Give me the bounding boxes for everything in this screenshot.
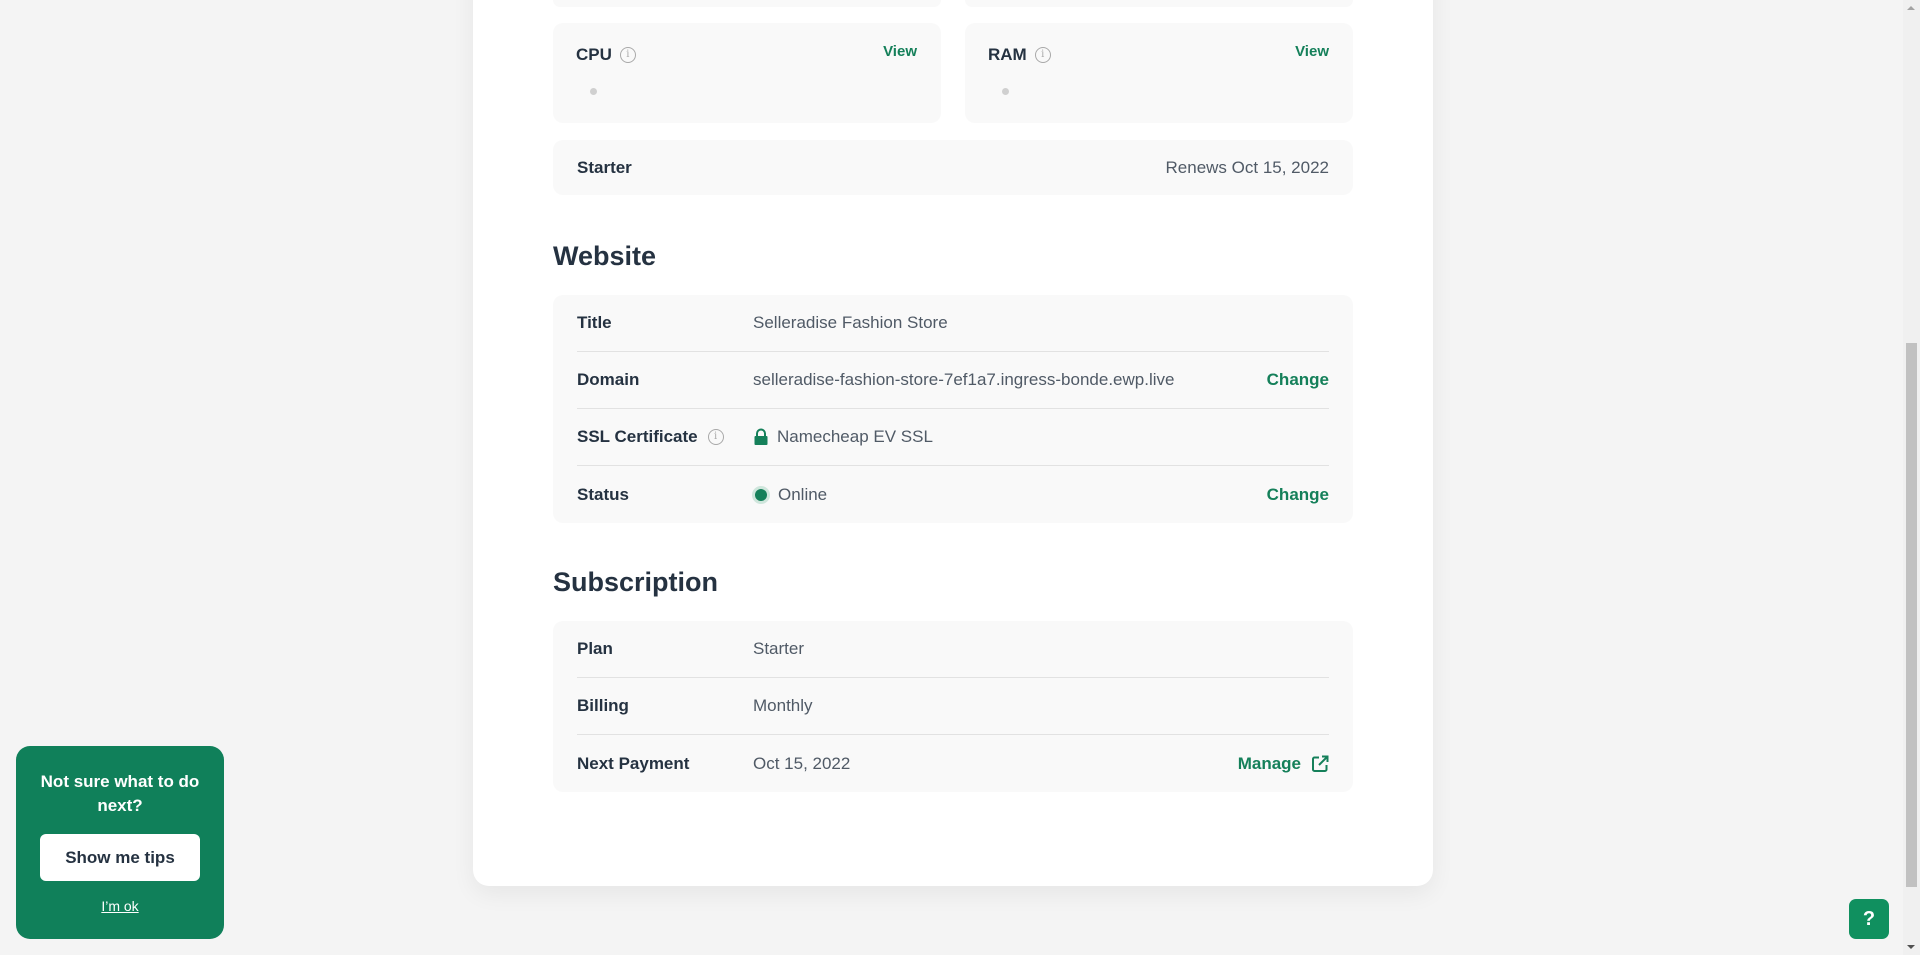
top-cards-partial: [553, 0, 1353, 8]
row-value: selleradise-fashion-store-7ef1a7.ingress…: [753, 370, 1175, 389]
cpu-loading-dot: [590, 88, 597, 95]
ram-card: RAM i View: [965, 23, 1353, 123]
status-online-dot-icon: [755, 488, 767, 501]
page-scrollbar[interactable]: [1903, 0, 1920, 955]
row-label: SSL Certificate i: [577, 427, 753, 447]
ram-title: RAM i: [988, 45, 1051, 65]
cpu-title: CPU i: [576, 45, 636, 65]
subscription-plan-row: Plan Starter: [577, 621, 1329, 678]
row-label: Status: [577, 484, 629, 504]
website-domain-row: Domain selleradise-fashion-store-7ef1a7.…: [577, 352, 1329, 409]
row-value: Selleradise Fashion Store: [753, 313, 948, 332]
website-details: Title Selleradise Fashion Store Domain s…: [553, 295, 1353, 523]
tips-prompt: Not sure what to do next?: [40, 772, 200, 815]
ram-loading-dot: [1002, 88, 1009, 95]
subscription-next-payment-row: Next Payment Oct 15, 2022 Manage: [577, 735, 1329, 792]
partial-card-right: [965, 0, 1353, 7]
plan-summary-bar: Starter Renews Oct 15, 2022: [553, 140, 1353, 195]
manage-subscription-button[interactable]: Manage: [1238, 754, 1329, 774]
manage-label: Manage: [1237, 753, 1301, 773]
row-label: Next Payment: [577, 753, 690, 773]
row-label: Title: [577, 313, 612, 332]
website-ssl-row: SSL Certificate i Namecheap EV SSL: [577, 409, 1329, 466]
scroll-down-arrow-icon[interactable]: [1907, 945, 1915, 949]
scroll-up-arrow-icon[interactable]: [1907, 6, 1915, 10]
subscription-billing-row: Billing Monthly: [577, 678, 1329, 735]
external-link-icon: [1312, 755, 1329, 772]
cpu-view-link[interactable]: View: [883, 43, 917, 60]
tips-widget: Not sure what to do next? Show me tips I…: [16, 746, 224, 939]
dismiss-tips-link[interactable]: I’m ok: [16, 898, 224, 914]
website-status-row: Status Online Change: [577, 466, 1329, 523]
partial-card-left: [553, 0, 941, 7]
row-value: Oct 15, 2022: [753, 753, 851, 773]
ram-view-link[interactable]: View: [1295, 43, 1329, 60]
row-value: Monthly: [753, 696, 813, 715]
row-label: Billing: [577, 696, 629, 715]
website-title-row: Title Selleradise Fashion Store: [577, 295, 1329, 352]
plan-name: Starter: [577, 157, 632, 177]
info-icon[interactable]: i: [619, 47, 636, 63]
show-tips-button[interactable]: Show me tips: [40, 834, 200, 881]
renewal-date: Renews Oct 15, 2022: [1165, 157, 1329, 177]
ssl-value-text: Namecheap EV SSL: [777, 427, 933, 446]
subscription-details: Plan Starter Billing Monthly Next Paymen…: [553, 621, 1353, 792]
row-label: Plan: [577, 639, 613, 658]
info-icon[interactable]: i: [707, 429, 724, 445]
row-value: Namecheap EV SSL: [753, 427, 1329, 447]
scrollbar-thumb[interactable]: [1906, 343, 1917, 887]
lock-icon: [754, 428, 768, 445]
status-text: Online: [778, 484, 828, 504]
help-button[interactable]: ?: [1849, 899, 1889, 939]
subscription-heading: Subscription: [553, 567, 719, 597]
cpu-label: CPU: [576, 45, 612, 64]
ram-label: RAM: [988, 45, 1027, 64]
resource-metrics: CPU i View RAM i View: [553, 23, 1353, 123]
main-content-card: CPU i View RAM i View Starter Renews Oct…: [473, 0, 1433, 886]
change-domain-button[interactable]: Change: [1267, 370, 1329, 390]
row-value: Online: [753, 485, 1267, 505]
info-icon[interactable]: i: [1034, 47, 1051, 63]
change-status-button[interactable]: Change: [1267, 485, 1329, 505]
website-heading: Website: [553, 241, 657, 271]
row-label: Domain: [577, 370, 640, 389]
cpu-card: CPU i View: [553, 23, 941, 123]
ssl-label-text: SSL Certificate: [577, 427, 698, 446]
row-value: Starter: [753, 639, 805, 658]
